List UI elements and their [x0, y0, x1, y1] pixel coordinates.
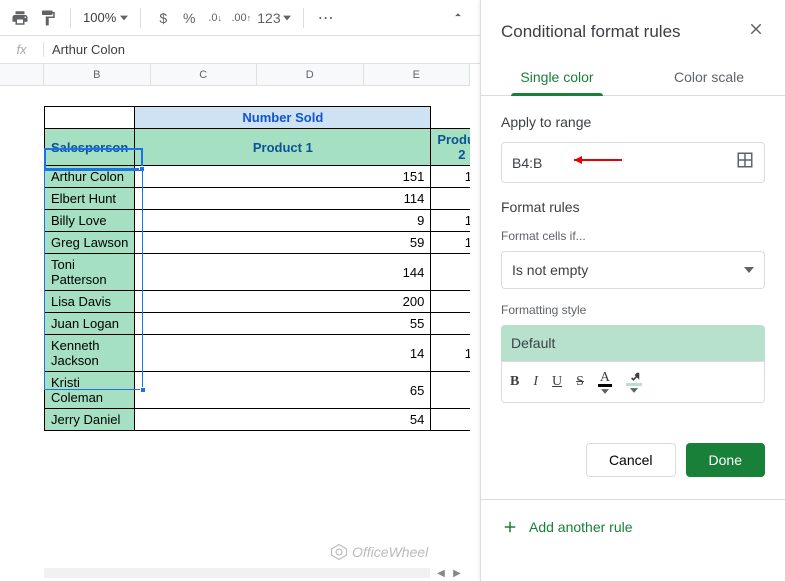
cell[interactable]: Arthur Colon	[45, 166, 135, 188]
cell[interactable]: 65	[431, 254, 470, 291]
merged-header-cell[interactable]: Number Sold	[135, 107, 431, 129]
spreadsheet-area: B C D E Number Sold Salesperson Product …	[0, 64, 470, 581]
conditional-format-sidebar: Conditional format rules Single color Co…	[480, 0, 785, 581]
format-rules-label: Format rules	[501, 199, 765, 215]
percent-icon[interactable]: %	[179, 8, 199, 28]
cell[interactable]: Lisa Davis	[45, 291, 135, 313]
close-icon[interactable]	[747, 20, 765, 43]
format-if-label: Format cells if...	[501, 229, 765, 243]
cell[interactable]: Jerry Daniel	[45, 409, 135, 431]
header-cell[interactable]: Product 1	[135, 129, 431, 166]
cell[interactable]: 156	[431, 335, 470, 372]
data-table: Number Sold Salesperson Product 1 Produc…	[44, 106, 470, 431]
sidebar-title: Conditional format rules	[501, 22, 681, 42]
more-formats-dropdown[interactable]: 123	[257, 10, 290, 26]
plus-icon	[501, 518, 519, 536]
condition-dropdown[interactable]: Is not empty	[501, 251, 765, 289]
select-range-icon[interactable]	[736, 151, 754, 174]
cell[interactable]: 46	[431, 313, 470, 335]
paint-format-icon[interactable]	[38, 8, 58, 28]
cell[interactable]	[45, 107, 135, 129]
done-button[interactable]: Done	[686, 443, 765, 477]
style-preview[interactable]: Default	[501, 325, 765, 361]
tab-color-scale[interactable]: Color scale	[633, 59, 785, 95]
cell[interactable]: 144	[135, 254, 431, 291]
cell[interactable]: Juan Logan	[45, 313, 135, 335]
underline-button[interactable]: U	[552, 374, 562, 390]
cell[interactable]: 42	[431, 291, 470, 313]
apply-range-label: Apply to range	[501, 114, 765, 130]
cell[interactable]: Elbert Hunt	[45, 188, 135, 210]
style-toolbar: B I U S A	[501, 361, 765, 403]
cell[interactable]: Kenneth Jackson	[45, 335, 135, 372]
formatting-style-label: Formatting style	[501, 303, 765, 317]
cell[interactable]: 169	[431, 210, 470, 232]
cell[interactable]: 27	[431, 409, 470, 431]
range-input[interactable]: B4:B	[501, 142, 765, 183]
fill-color-button[interactable]	[626, 371, 642, 393]
currency-icon[interactable]: $	[153, 8, 173, 28]
text-color-button[interactable]: A	[598, 370, 612, 394]
cell[interactable]: 114	[135, 188, 431, 210]
condition-value: Is not empty	[512, 262, 588, 278]
column-headers: B C D E	[0, 64, 470, 86]
more-actions-icon[interactable]: ⋯	[316, 8, 336, 28]
cell[interactable]: Billy Love	[45, 210, 135, 232]
collapse-toolbar-icon[interactable]	[451, 8, 465, 27]
header-cell[interactable]: Salesperson	[45, 129, 135, 166]
formula-input[interactable]: Arthur Colon	[44, 42, 125, 57]
zoom-dropdown[interactable]: 100%	[83, 10, 128, 25]
add-rule-button[interactable]: Add another rule	[501, 518, 765, 536]
cell[interactable]: 54	[135, 409, 431, 431]
col-header[interactable]: B	[44, 64, 151, 85]
cell[interactable]: 55	[135, 313, 431, 335]
cell[interactable]: Greg Lawson	[45, 232, 135, 254]
cell[interactable]: 14	[135, 335, 431, 372]
italic-button[interactable]: I	[533, 374, 538, 390]
watermark: OfficeWheel	[330, 543, 428, 561]
cell[interactable]: 65	[135, 372, 431, 409]
header-cell[interactable]: Product 2	[431, 129, 470, 166]
col-header[interactable]: D	[257, 64, 364, 85]
format-group: $ % .0↓ .00↑ 123	[153, 8, 290, 28]
strikethrough-button[interactable]: S	[576, 374, 584, 390]
cell[interactable]: Toni Patterson	[45, 254, 135, 291]
cell[interactable]: 200	[135, 291, 431, 313]
cell[interactable]: Kristi Coleman	[45, 372, 135, 409]
horizontal-scrollbar[interactable]: ◀ ▶	[44, 567, 464, 579]
fx-label[interactable]: fx	[0, 42, 44, 57]
tab-single-color[interactable]: Single color	[481, 59, 633, 95]
zoom-value: 100%	[83, 10, 116, 25]
col-header[interactable]: C	[151, 64, 258, 85]
cell[interactable]: 2	[431, 372, 470, 409]
chevron-down-icon	[744, 265, 754, 275]
scroll-left-icon[interactable]: ◀	[434, 567, 448, 579]
sidebar-tabs: Single color Color scale	[481, 59, 785, 96]
cell[interactable]: 9	[135, 210, 431, 232]
cell[interactable]: 155	[431, 232, 470, 254]
col-header[interactable]: E	[364, 64, 471, 85]
decrease-decimal-icon[interactable]: .0↓	[205, 8, 225, 28]
cancel-button[interactable]: Cancel	[586, 443, 676, 477]
annotation-arrow-icon	[574, 155, 628, 165]
cell[interactable]: 143	[431, 166, 470, 188]
scroll-right-icon[interactable]: ▶	[450, 567, 464, 579]
bold-button[interactable]: B	[510, 374, 519, 390]
cell[interactable]: 19	[431, 188, 470, 210]
cell[interactable]: 59	[135, 232, 431, 254]
print-icon[interactable]	[10, 8, 30, 28]
cell[interactable]: 151	[135, 166, 431, 188]
increase-decimal-icon[interactable]: .00↑	[231, 8, 251, 28]
add-rule-label: Add another rule	[529, 519, 633, 535]
